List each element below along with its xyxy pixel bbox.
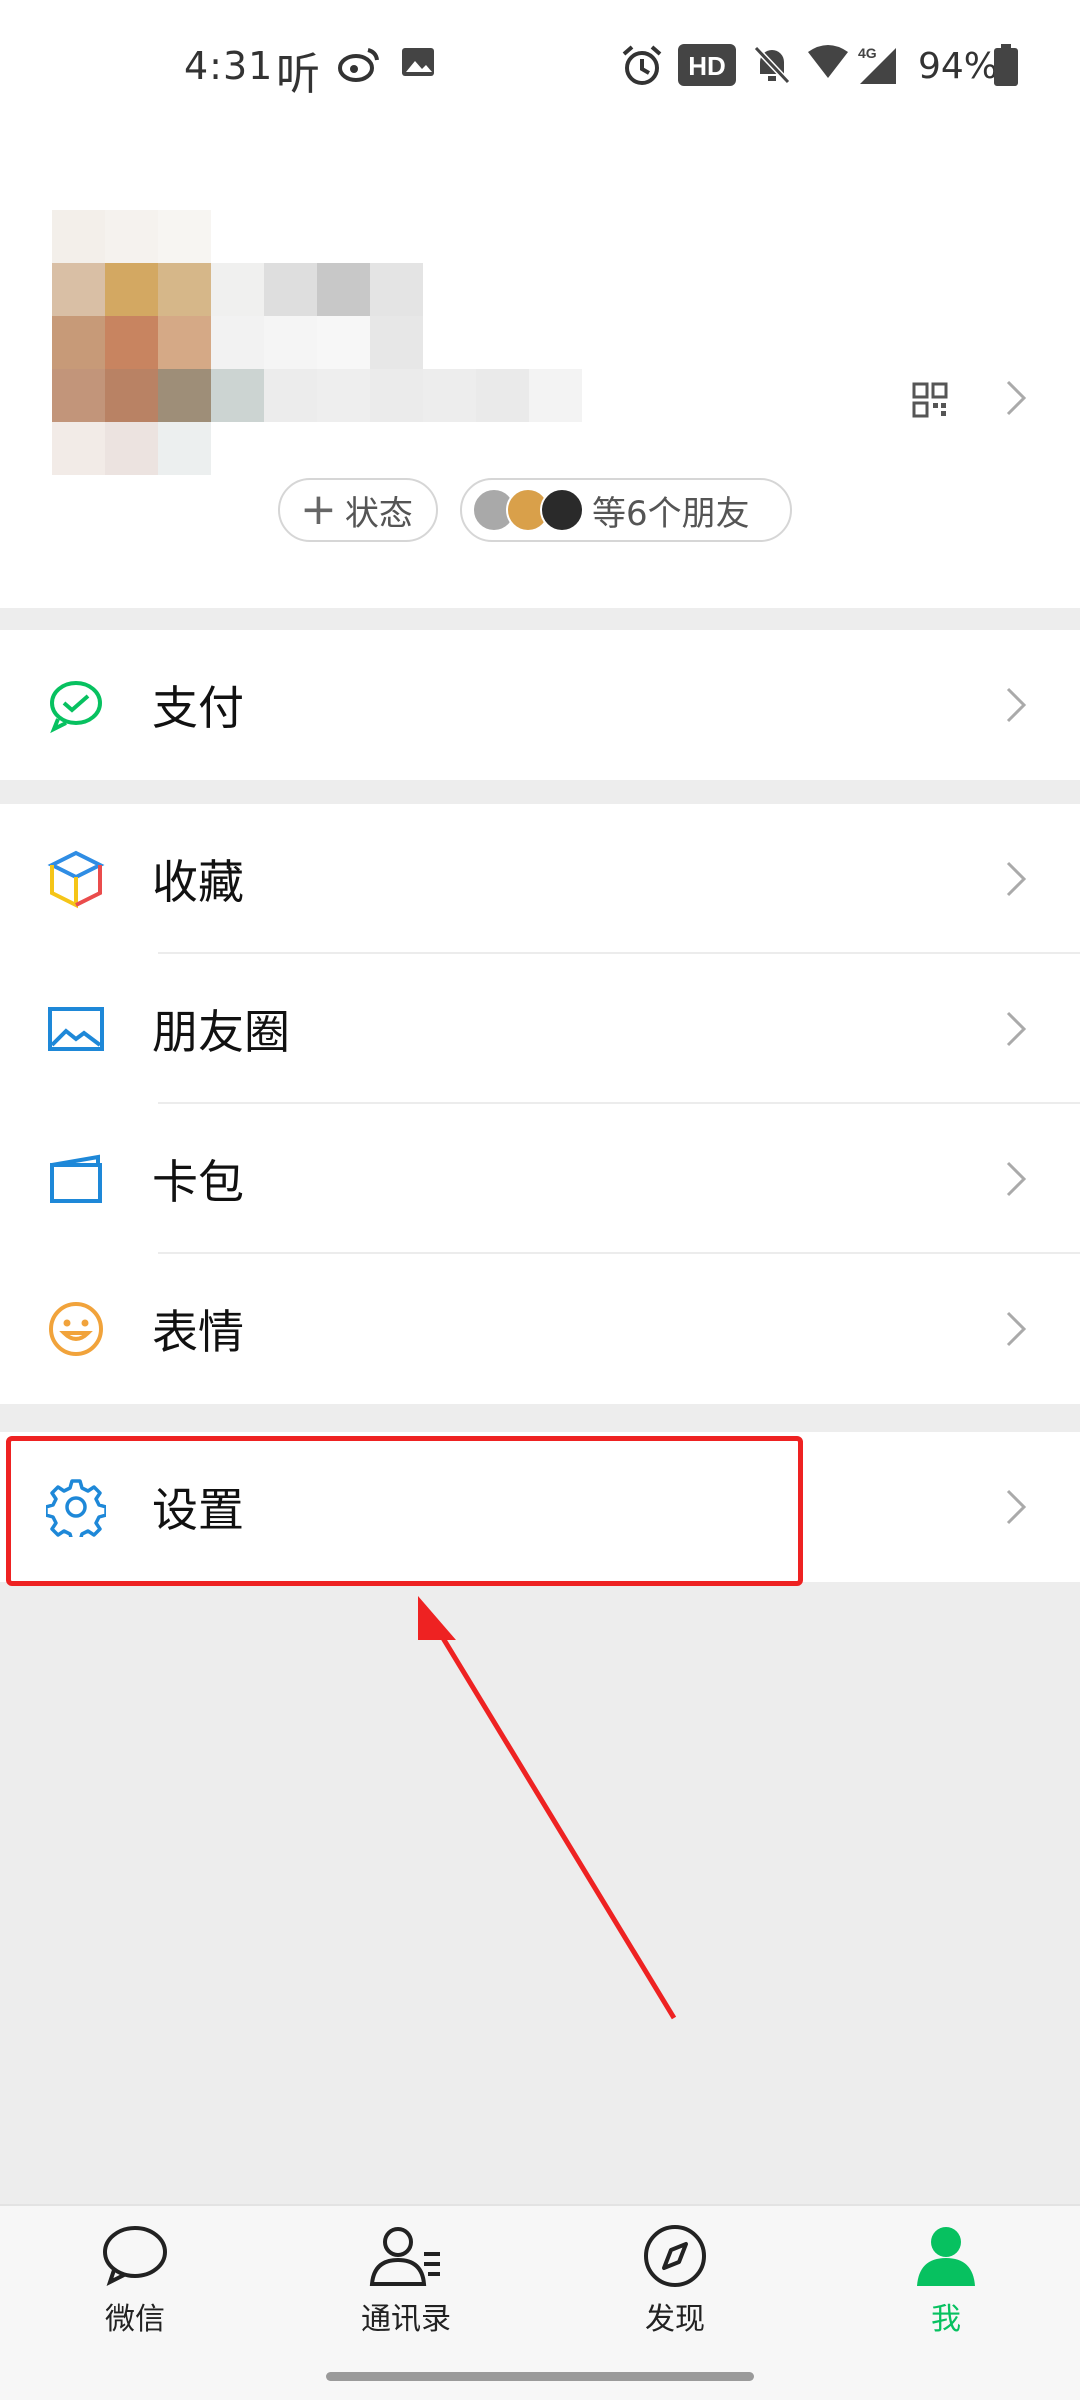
signal-icon: 4G — [858, 45, 896, 84]
favorites-cube-icon — [47, 850, 105, 909]
tab-me[interactable]: 我 — [866, 2224, 1026, 2338]
friends-status-label: 等6个朋友 — [592, 493, 750, 534]
home-indicator[interactable] — [326, 2372, 754, 2381]
friend-avatar — [540, 488, 584, 532]
moments-picture-icon — [48, 1007, 104, 1051]
add-status-button[interactable]: + 状态 — [278, 478, 438, 542]
services-group: 收藏 朋友圈 卡包 表情 — [0, 804, 1080, 1404]
chevron-right-icon — [1006, 1311, 1027, 1347]
battery-percent: 94% — [918, 46, 999, 87]
bottom-nav: 微信 通讯录 发现 我 — [0, 2204, 1080, 2400]
chevron-right-icon — [1006, 1161, 1027, 1197]
contacts-icon — [369, 2227, 440, 2286]
card-wallet-icon — [50, 1154, 102, 1203]
menu-item-cards[interactable]: 卡包 — [0, 1104, 1080, 1254]
menu-item-favorites[interactable]: 收藏 — [0, 804, 1080, 954]
status-bar: 4:31 听 HD 4G 94% — [0, 0, 1080, 130]
svg-text:4G: 4G — [858, 45, 877, 61]
profile-header[interactable]: + 状态 等6个朋友 — [0, 130, 1080, 608]
listen-app-icon: 听 — [276, 49, 320, 100]
alarm-icon — [622, 45, 662, 85]
chevron-right-icon — [1006, 380, 1027, 416]
tab-label: 通讯录 — [361, 2302, 451, 2337]
menu-label: 朋友圈 — [152, 1005, 290, 1059]
tab-label: 微信 — [105, 2302, 165, 2337]
weibo-icon — [338, 48, 379, 82]
menu-label: 表情 — [152, 1305, 244, 1359]
menu-label: 收藏 — [152, 855, 244, 909]
compass-icon — [644, 2225, 706, 2287]
chevron-right-icon — [1006, 687, 1027, 723]
avatar[interactable] — [52, 210, 582, 475]
highlight-box — [6, 1436, 803, 1586]
add-status-label: 状态 — [344, 493, 413, 534]
hd-icon: HD — [678, 44, 736, 86]
gallery-icon — [402, 48, 434, 76]
tab-chats[interactable]: 微信 — [55, 2224, 215, 2338]
menu-label: 支付 — [152, 681, 244, 735]
pay-group: 支付 — [0, 630, 1080, 780]
chat-bubble-icon — [103, 2226, 167, 2286]
tab-label: 我 — [931, 2302, 961, 2337]
chevron-right-icon — [1006, 1489, 1027, 1525]
menu-item-stickers[interactable]: 表情 — [0, 1254, 1080, 1404]
chevron-right-icon — [1006, 861, 1027, 897]
svg-text:HD: HD — [688, 51, 726, 81]
person-icon — [917, 2227, 975, 2286]
mute-icon — [753, 45, 791, 85]
tab-label: 发现 — [645, 2302, 705, 2337]
wifi-icon — [808, 45, 848, 78]
chevron-right-icon — [1006, 1011, 1027, 1047]
friends-status-button[interactable]: 等6个朋友 — [460, 478, 792, 542]
pay-icon — [50, 681, 102, 734]
tab-discover[interactable]: 发现 — [595, 2224, 755, 2338]
qr-code-icon[interactable] — [912, 382, 948, 418]
status-time: 4:31 — [184, 44, 274, 88]
smiley-icon — [49, 1302, 103, 1356]
tab-contacts[interactable]: 通讯录 — [326, 2224, 486, 2338]
battery-icon — [994, 44, 1018, 86]
plus-icon: + — [300, 484, 337, 535]
menu-item-pay[interactable]: 支付 — [0, 630, 1080, 780]
menu-item-moments[interactable]: 朋友圈 — [0, 954, 1080, 1104]
menu-label: 卡包 — [152, 1155, 244, 1209]
